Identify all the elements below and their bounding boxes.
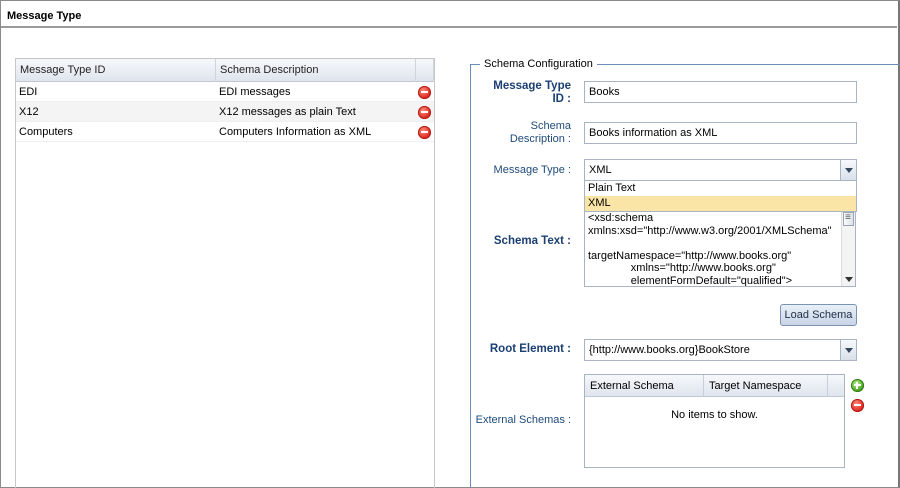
chevron-down-icon[interactable] bbox=[840, 160, 856, 180]
schema-description-label: Schema Description : bbox=[480, 120, 571, 146]
cell-schema-description: EDI messages bbox=[219, 86, 291, 98]
column-header-target-namespace[interactable]: Target Namespace bbox=[704, 375, 828, 397]
cell-message-type-id: Computers bbox=[19, 126, 73, 138]
external-grid-header: External Schema Target Namespace bbox=[585, 375, 844, 397]
external-schemas-label: External Schemas : bbox=[475, 414, 571, 426]
window-title: Message Type bbox=[7, 10, 82, 22]
table-row[interactable]: EDI EDI messages bbox=[16, 82, 434, 102]
schema-configuration-legend: Schema Configuration bbox=[480, 58, 597, 70]
root-element-label: Root Element : bbox=[489, 343, 571, 355]
schema-description-label-line2: Description : bbox=[509, 133, 571, 145]
cell-schema-description: Computers Information as XML bbox=[219, 126, 372, 138]
message-type-dropdown-list: Plain Text XML bbox=[584, 180, 857, 212]
delete-row-icon[interactable] bbox=[418, 86, 431, 99]
message-type-selected-value: XML bbox=[589, 164, 612, 176]
delete-row-icon[interactable] bbox=[418, 126, 431, 139]
schema-text-area[interactable]: <xsd:schema xmlns:xsd="http://www.w3.org… bbox=[584, 209, 856, 287]
dropdown-option-xml[interactable]: XML bbox=[585, 196, 856, 211]
scroll-down-arrow-icon[interactable] bbox=[845, 277, 853, 282]
column-header-message-type-id[interactable]: Message Type ID bbox=[16, 59, 216, 82]
dropdown-option-plain-text[interactable]: Plain Text bbox=[585, 181, 856, 196]
root-element-selected-value: {http://www.books.org}BookStore bbox=[589, 344, 750, 356]
delete-row-icon[interactable] bbox=[418, 106, 431, 119]
message-type-select[interactable]: XML bbox=[584, 159, 857, 181]
scrollbar-thumb[interactable] bbox=[843, 212, 854, 226]
column-header-actions bbox=[416, 59, 434, 82]
message-type-label: Message Type : bbox=[493, 164, 571, 176]
cell-schema-description: X12 messages as plain Text bbox=[219, 106, 356, 118]
message-type-id-field[interactable]: Books bbox=[584, 81, 857, 103]
add-external-schema-icon[interactable] bbox=[851, 379, 864, 392]
cell-message-type-id: X12 bbox=[19, 106, 39, 118]
external-schemas-grid: External Schema Target Namespace No item… bbox=[584, 374, 845, 468]
message-type-id-label: Message Type ID : bbox=[480, 80, 571, 106]
grid-header: Message Type ID Schema Description bbox=[16, 59, 434, 82]
schema-text-label: Schema Text : bbox=[493, 235, 571, 247]
table-row[interactable]: Computers Computers Information as XML bbox=[16, 122, 434, 142]
schema-description-field[interactable]: Books information as XML bbox=[584, 122, 857, 144]
title-bar: Message Type bbox=[1, 1, 897, 28]
schema-description-label-line1: Schema bbox=[530, 120, 571, 132]
external-empty-message: No items to show. bbox=[671, 409, 758, 421]
table-row[interactable]: X12 X12 messages as plain Text bbox=[16, 102, 434, 122]
column-header-schema-description[interactable]: Schema Description bbox=[216, 59, 416, 82]
message-type-id-label-line1: Message Type bbox=[493, 80, 571, 92]
message-types-grid: Message Type ID Schema Description EDI E… bbox=[15, 58, 435, 488]
column-header-external-schema[interactable]: External Schema bbox=[585, 375, 704, 397]
cell-message-type-id: EDI bbox=[19, 86, 38, 98]
chevron-down-icon[interactable] bbox=[840, 340, 856, 360]
root-element-select[interactable]: {http://www.books.org}BookStore bbox=[584, 339, 857, 361]
schema-text-content: <xsd:schema xmlns:xsd="http://www.w3.org… bbox=[588, 212, 832, 287]
load-schema-button[interactable]: Load Schema bbox=[780, 304, 857, 326]
remove-external-schema-icon[interactable] bbox=[851, 399, 864, 412]
schema-text-scrollbar[interactable] bbox=[841, 210, 855, 286]
message-type-id-label-line2: ID : bbox=[552, 93, 571, 105]
